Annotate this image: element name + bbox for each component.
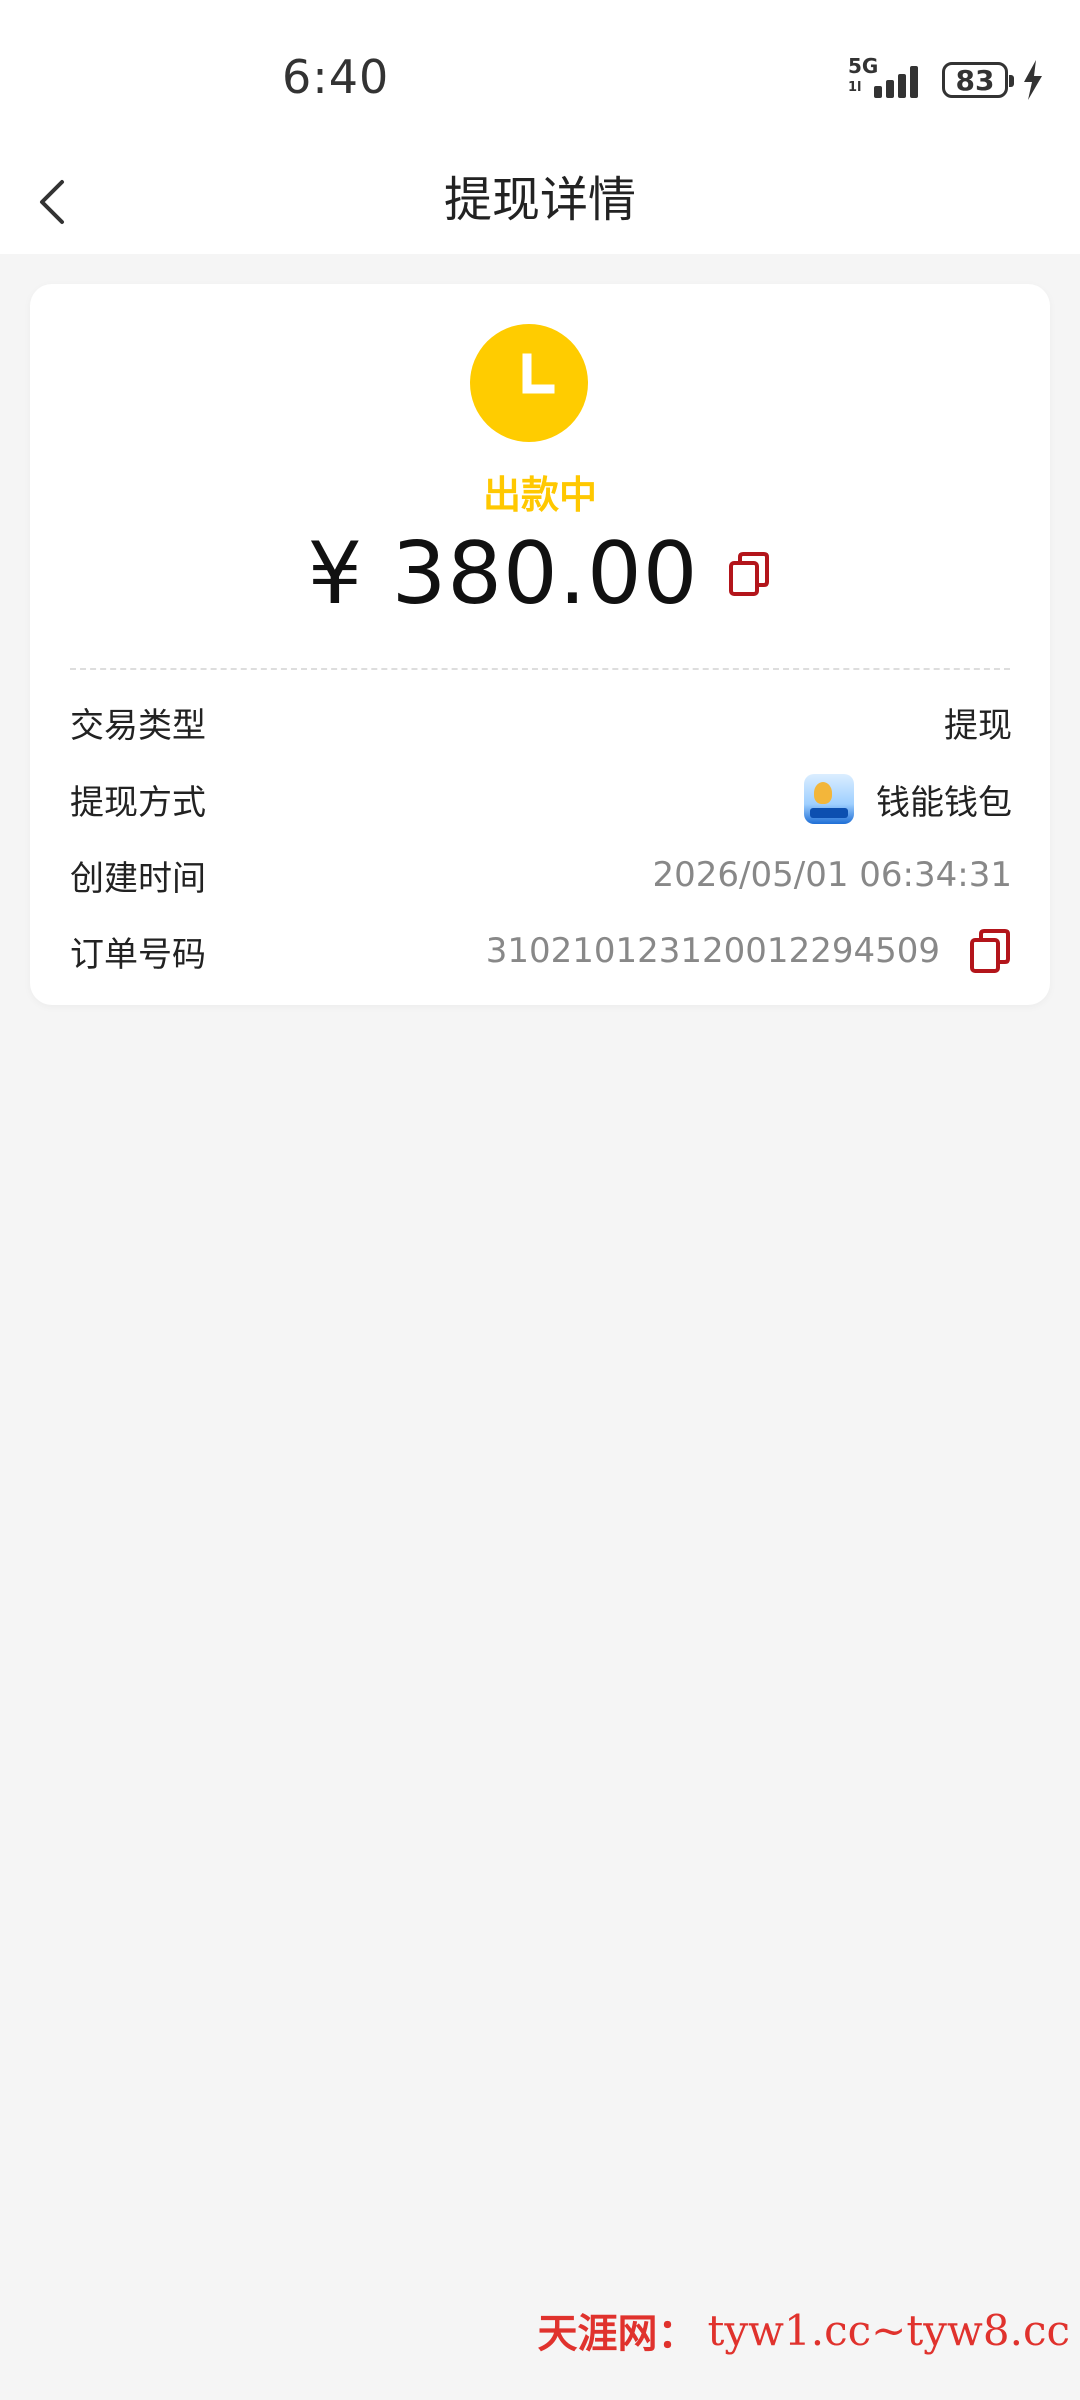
order-number-row: 订单号码 310210123120012294509: [70, 921, 1012, 981]
withdrawal-status: 出款中: [482, 473, 597, 517]
transaction-type-value: 提现: [944, 705, 1012, 746]
created-time-label: 创建时间: [70, 858, 206, 899]
clock-icon: [470, 324, 588, 442]
created-time-row: 创建时间 2026/05/01 06:34:31: [70, 845, 1012, 905]
withdrawal-amount: ¥ 380.00: [307, 524, 699, 624]
battery-level: 83: [955, 63, 995, 97]
copy-amount-button[interactable]: [726, 549, 772, 599]
site-watermark: 天涯网： tyw1.cc~tyw8.cc: [537, 2300, 1070, 2360]
page-title: 提现详情: [443, 172, 636, 228]
nav-bar: 提现详情: [0, 150, 1080, 254]
dashed-divider: [70, 668, 1010, 670]
wallet-app-icon: [804, 774, 854, 824]
signal-bars-icon: [874, 66, 918, 98]
withdrawal-detail-card: 出款中 ¥ 380.00 交易类型 提现 提现方式 钱能钱包 创建时间 2026…: [30, 284, 1050, 1005]
status-time: 6:40: [282, 50, 390, 104]
order-number-value-wrap: 310210123120012294509: [486, 927, 1012, 975]
status-indicators: 5G 1l 83: [848, 56, 1044, 104]
transaction-type-row: 交易类型 提现: [70, 692, 1012, 752]
copy-icon: [729, 552, 770, 596]
withdrawal-method-value: 钱能钱包: [876, 782, 1012, 823]
watermark-urls: tyw1.cc~tyw8.cc: [707, 2305, 1070, 2355]
watermark-site-name: 天涯网：: [537, 2310, 698, 2357]
signal-icon: 5G 1l: [848, 56, 928, 104]
created-time-value: 2026/05/01 06:34:31: [652, 855, 1012, 895]
copy-icon: [970, 929, 1010, 973]
withdrawal-method-row: 提现方式 钱能钱包: [70, 769, 1012, 829]
status-bar: 6:40 5G 1l 83: [0, 0, 1080, 150]
battery-icon: 83: [942, 62, 1014, 98]
charging-bolt-icon: [1024, 60, 1042, 100]
order-number-value: 310210123120012294509: [485, 931, 940, 971]
amount-row: ¥ 380.00: [30, 524, 1050, 624]
transaction-type-label: 交易类型: [70, 705, 206, 746]
copy-order-number-button[interactable]: [968, 927, 1012, 975]
withdrawal-method-label: 提现方式: [70, 782, 206, 823]
network-sub: 1l: [848, 80, 862, 95]
withdrawal-method-value-wrap: 钱能钱包: [804, 774, 1012, 824]
order-number-label: 订单号码: [70, 934, 206, 975]
